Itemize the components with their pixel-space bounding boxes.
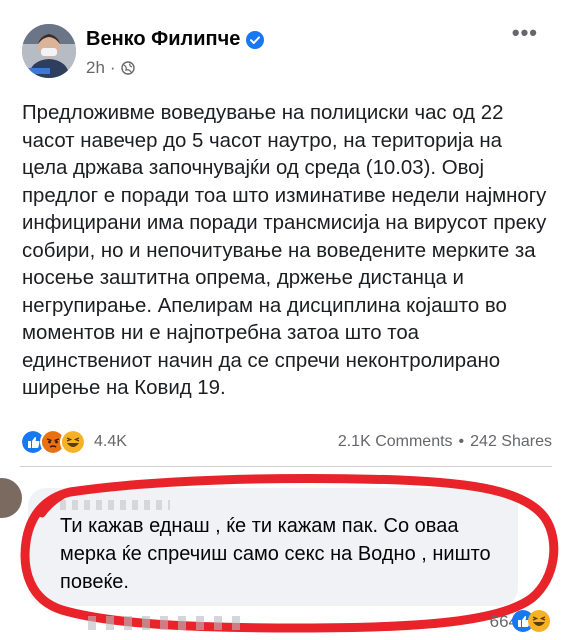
haha-reaction-icon [60,429,86,455]
comment-footer: 664 [60,610,550,636]
post-header: Венко Филипче 2h · ••• [22,22,552,82]
meta-separator: · [109,58,116,77]
comments-shares-summary: 2.1K Comments • 242 Shares [338,433,552,451]
divider [20,466,552,467]
comments-count[interactable]: 2.1K Comments [338,433,453,450]
comment-actions-redacted [88,616,248,630]
post-body-text: Предложивме воведување на полициски час … [22,102,547,399]
reactions-summary: 4.4K 2.1K Comments • 242 Shares [20,429,552,455]
haha-reaction-icon [528,610,550,632]
more-options-icon[interactable]: ••• [512,22,538,44]
author-name-row: Венко Филипче [86,28,265,51]
facebook-post-screenshot: Венко Филипче 2h · ••• Предложивме вовед… [0,0,566,640]
post-timestamp[interactable]: 2h [86,58,105,78]
shares-count[interactable]: 242 Shares [470,433,552,450]
comment-reaction-icons[interactable] [512,610,550,632]
globe-icon [120,61,135,75]
author-avatar-image [22,24,76,78]
reaction-icons[interactable] [20,429,86,455]
summary-separator: • [458,433,465,450]
author-name[interactable]: Венко Филипче [86,28,240,51]
verified-icon [246,30,265,49]
post-meta: 2h · [86,58,135,78]
reactions-count[interactable]: 4.4K [94,433,127,451]
author-avatar[interactable] [22,24,76,78]
